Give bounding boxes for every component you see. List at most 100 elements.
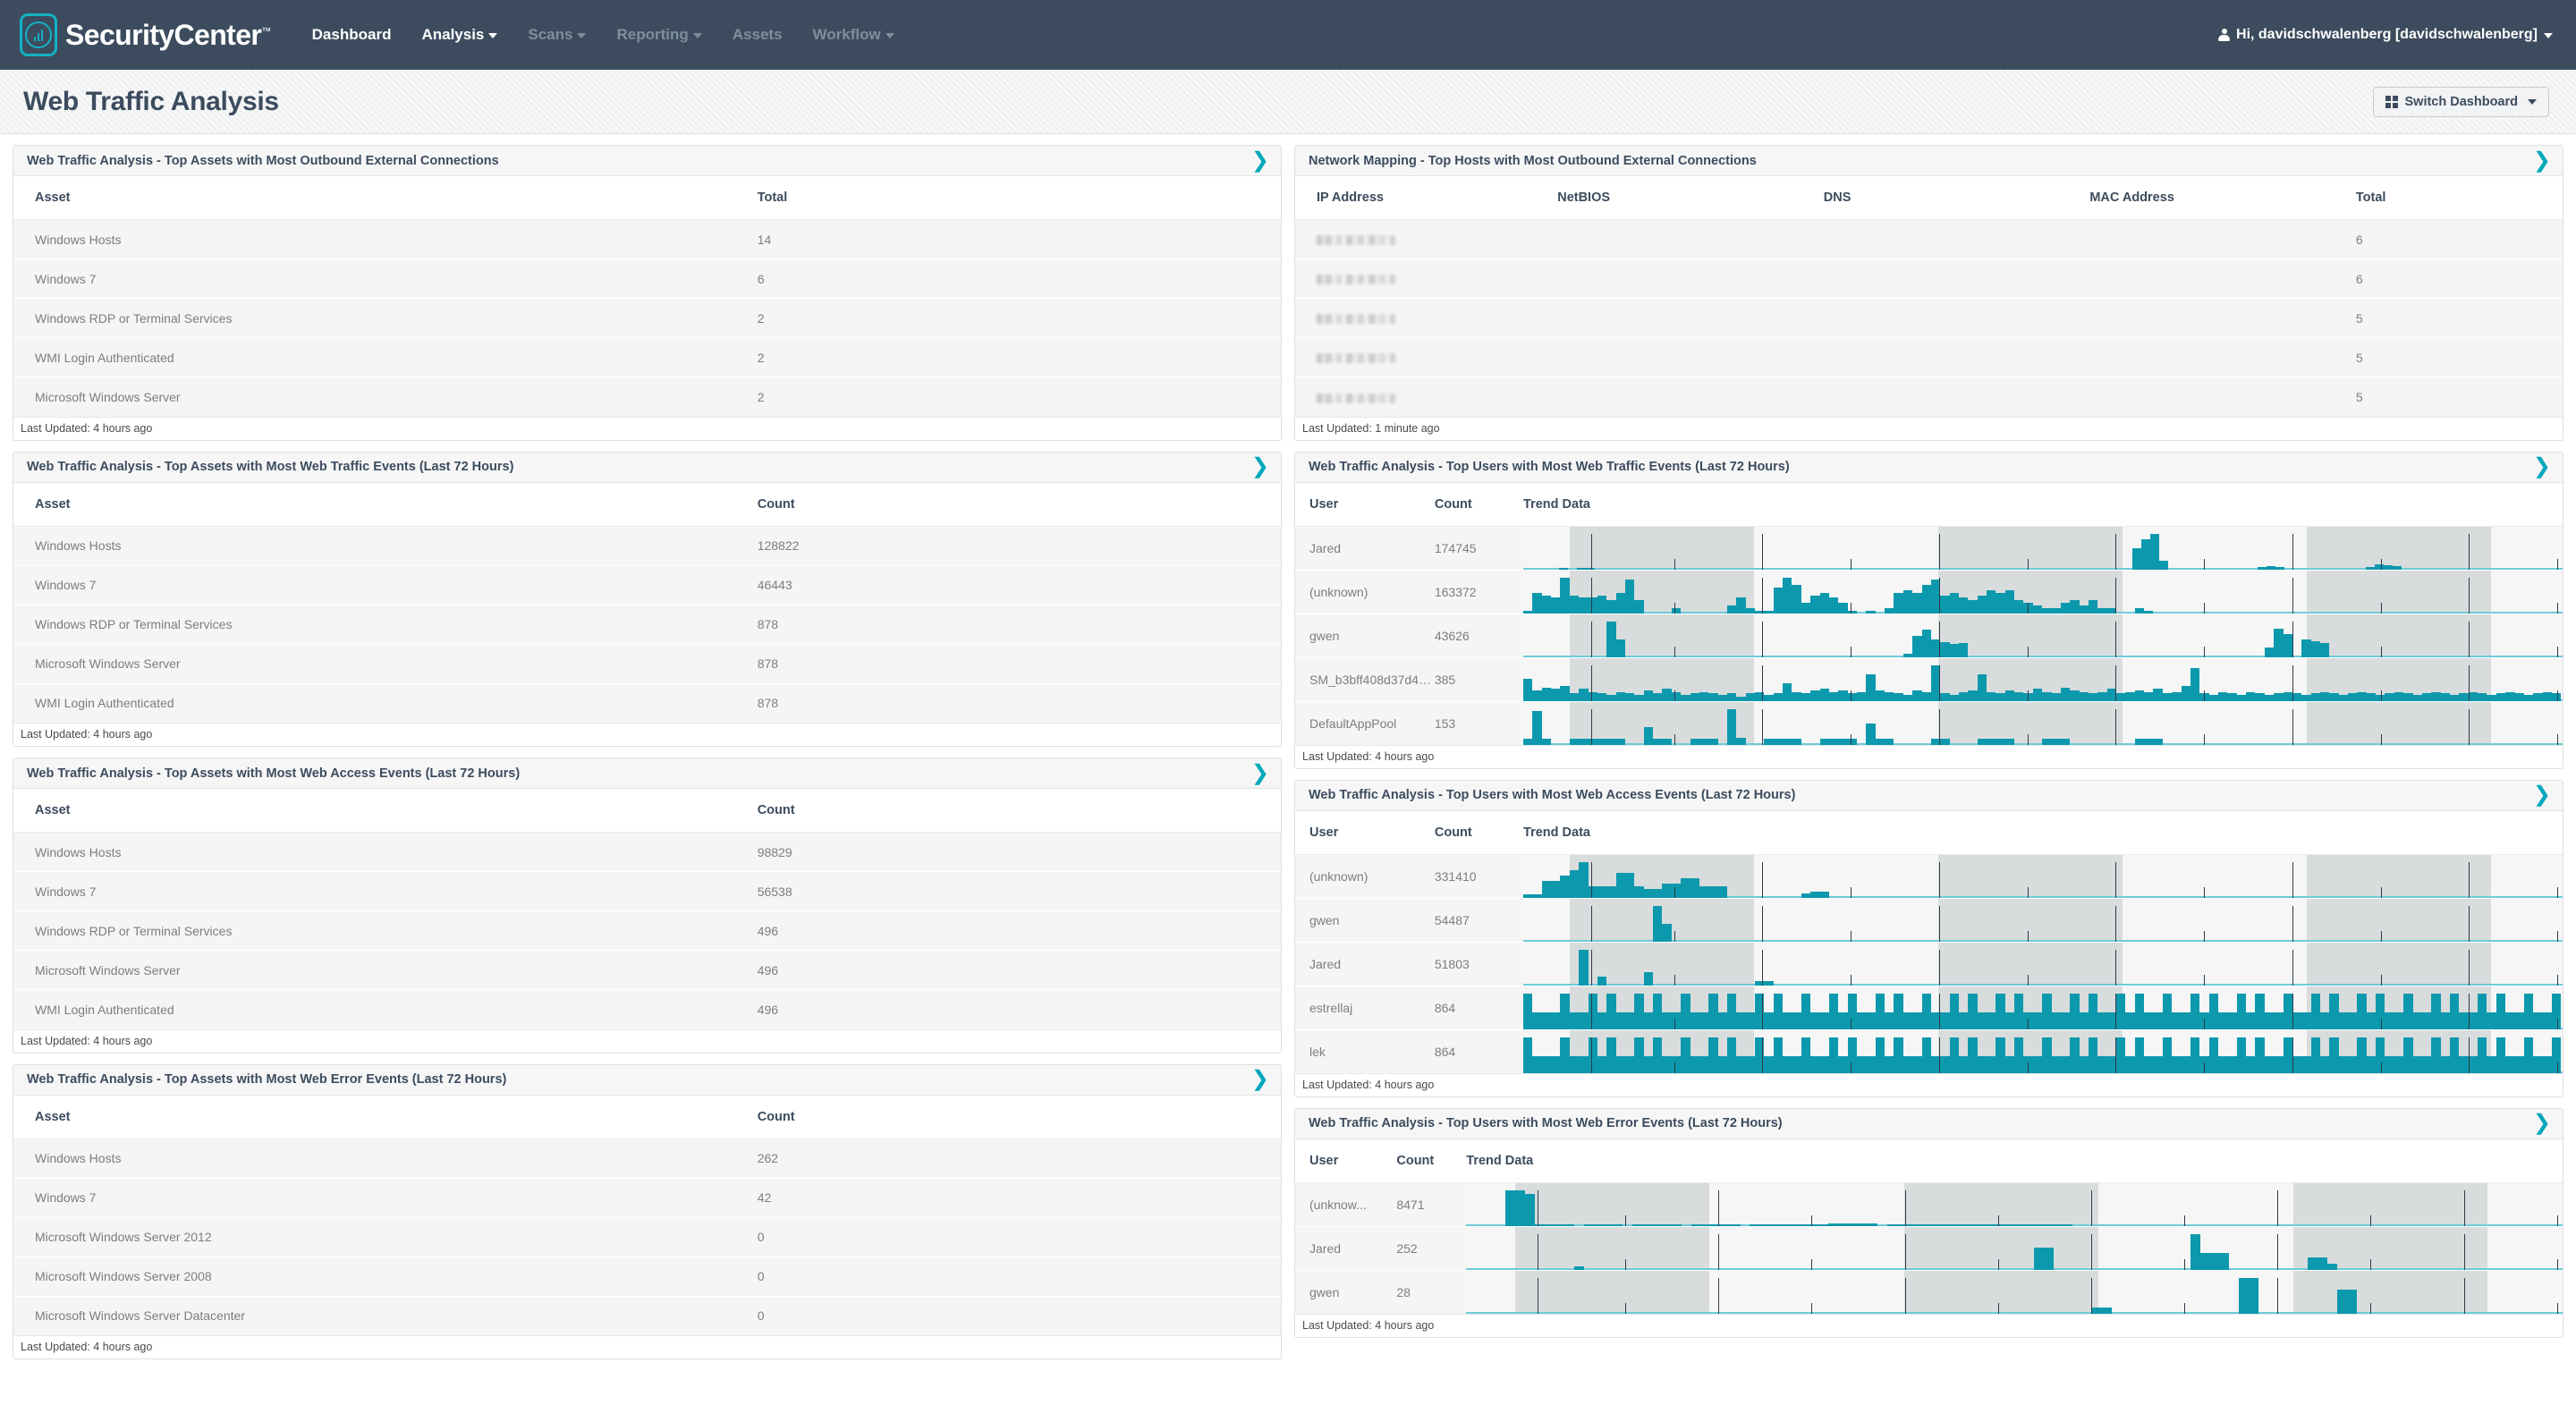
nav-item-workflow[interactable]: Workflow [813,26,894,44]
trend-data-cell [1466,1182,2563,1227]
brand-text: SecurityCenter [65,18,262,51]
top-navigation-bar: SecurityCenter™ Dashboard Analysis Scans Re… [0,0,2576,70]
panel-assets-web-access: Web Traffic Analysis - Top Assets with M… [13,758,1282,1054]
table-row[interactable]: estrellaj 864 [1295,986,2563,1030]
trend-sparkline [1523,526,2563,570]
table-row[interactable]: Windows Hosts 14 [13,219,1281,259]
table-row[interactable]: 5 [1295,298,2563,338]
value-cell [1801,298,2069,338]
last-updated-label: Last Updated: 4 hours ago [13,416,1281,440]
table-row[interactable]: Jared 174745 [1295,526,2563,571]
chevron-right-icon[interactable]: ❯ [2524,456,2551,478]
table-row[interactable]: Microsoft Windows Server 496 [13,950,1281,990]
table-row[interactable]: lek 864 [1295,1029,2563,1073]
table-row[interactable]: Windows Hosts 262 [13,1138,1281,1179]
table-row[interactable]: Microsoft Windows Server 2 [13,377,1281,417]
user-name-cell: (unknown) [1295,854,1435,899]
count-cell: 864 [1434,1029,1524,1073]
table-row[interactable]: (unknown) 163372 [1295,570,2563,614]
table-row[interactable]: Windows 7 46443 [13,565,1281,605]
trend-data-cell [1523,854,2563,899]
sparkline-ticks [1523,986,2563,1029]
table-row[interactable]: Microsoft Windows Server 878 [13,644,1281,684]
table-row[interactable]: 6 [1295,258,2563,299]
table-header-row: Asset Count [13,482,1281,527]
brand-name: SecurityCenter™ [65,19,271,52]
asset-name-cell: WMI Login Authenticated [13,989,736,1029]
switch-dashboard-button[interactable]: Switch Dashboard [2372,86,2549,117]
panel-body: Asset Count Windows Hosts 262 Windows 7 42 Mic… [13,1095,1281,1335]
panel-users-web-traffic: Web Traffic Analysis - Top Users with Mo… [1294,451,2563,769]
value-cell: 2 [735,337,1281,377]
column-header: Count [735,789,1281,833]
asset-name-cell: Microsoft Windows Server 2008 [13,1257,736,1297]
table-row[interactable]: 6 [1295,219,2563,259]
table-row[interactable]: Windows Hosts 128822 [13,526,1281,566]
table-row[interactable]: Windows 7 42 [13,1178,1281,1218]
column-header: User [1295,482,1435,527]
table-row[interactable]: DefaultAppPool 153 [1295,701,2563,745]
table-row[interactable]: Microsoft Windows Server 2008 0 [13,1257,1281,1297]
chevron-right-icon[interactable]: ❯ [1242,149,1269,172]
panel-header: Web Traffic Analysis - Top Assets with M… [13,758,1281,789]
table-row[interactable]: 5 [1295,337,2563,377]
securitycenter-logo[interactable]: SecurityCenter™ [20,13,271,56]
table-row[interactable]: Windows RDP or Terminal Services 878 [13,605,1281,645]
column-header: Count [1434,482,1524,527]
nav-item-reporting[interactable]: Reporting [616,26,702,44]
trend-data-cell [1523,986,2563,1030]
trend-sparkline [1523,854,2563,898]
column-header: Total [735,176,1281,220]
table-header-row: Asset Count [13,789,1281,833]
table-row[interactable]: Windows RDP or Terminal Services 2 [13,298,1281,338]
asset-name-cell: WMI Login Authenticated [13,337,736,377]
value-cell: 42 [735,1178,1281,1218]
nav-item-scans[interactable]: Scans [528,26,587,44]
sparkline-ticks [1523,702,2563,745]
count-cell: 43626 [1434,614,1524,658]
table-row[interactable]: WMI Login Authenticated 878 [13,683,1281,723]
nav-item-analysis[interactable]: Analysis [421,26,498,44]
table-row[interactable]: (unknow... 8471 [1295,1182,2563,1227]
chevron-right-icon[interactable]: ❯ [2524,1113,2551,1134]
table-row[interactable]: Windows 76 [13,258,1281,299]
panel-network-mapping: Network Mapping - Top Hosts with Most Ou… [1294,145,2563,441]
table-row[interactable]: Windows Hosts 98829 [13,832,1281,872]
user-name-cell: Jared [1295,526,1435,571]
grid-icon [2385,95,2398,108]
table-row[interactable]: SM_b3bff408d37d4ac3b 385 [1295,657,2563,702]
value-cell: 0 [735,1217,1281,1257]
chevron-right-icon[interactable]: ❯ [2524,149,2551,172]
table-row[interactable]: Windows RDP or Terminal Services 496 [13,910,1281,951]
chevron-down-icon [2528,98,2537,105]
table-row[interactable]: Microsoft Windows Server 2012 0 [13,1217,1281,1257]
chevron-down-icon [885,33,894,38]
column-header: Trend Data [1523,482,2563,527]
table-row[interactable]: WMI Login Authenticated 496 [13,989,1281,1029]
table-row[interactable]: WMI Login Authenticated 2 [13,337,1281,377]
table-row[interactable]: Microsoft Windows Server Datacenter 0 [13,1296,1281,1335]
value-cell [1801,258,2069,299]
table-row[interactable]: gwen 43626 [1295,614,2563,658]
chevron-right-icon[interactable]: ❯ [1242,1069,1269,1090]
table-row[interactable]: (unknown) 331410 [1295,854,2563,899]
table-row[interactable]: Jared 252 [1295,1226,2563,1271]
table-row[interactable]: 5 [1295,377,2563,417]
user-menu[interactable]: Hi, davidschwalenberg [davidschwalenberg… [2218,27,2553,43]
trend-sparkline [1523,614,2563,657]
trend-sparkline [1466,1270,2563,1314]
panel-users-web-error: Web Traffic Analysis - Top Users with Mo… [1294,1107,2563,1338]
nav-item-assets[interactable]: Assets [733,26,783,44]
table-row[interactable]: Windows 7 56538 [13,871,1281,911]
nav-item-dashboard[interactable]: Dashboard [312,26,392,44]
chevron-right-icon[interactable]: ❯ [2524,784,2551,806]
table-row[interactable]: gwen 54487 [1295,898,2563,943]
redacted-value [1317,353,1395,364]
last-updated-label: Last Updated: 4 hours ago [1295,1072,2563,1096]
redacted-value [1317,235,1395,246]
table-row[interactable]: gwen 28 [1295,1270,2563,1314]
chevron-right-icon[interactable]: ❯ [1242,456,1269,478]
asset-name-cell: WMI Login Authenticated [13,683,736,723]
chevron-right-icon[interactable]: ❯ [1242,762,1269,784]
table-row[interactable]: Jared 51803 [1295,942,2563,986]
